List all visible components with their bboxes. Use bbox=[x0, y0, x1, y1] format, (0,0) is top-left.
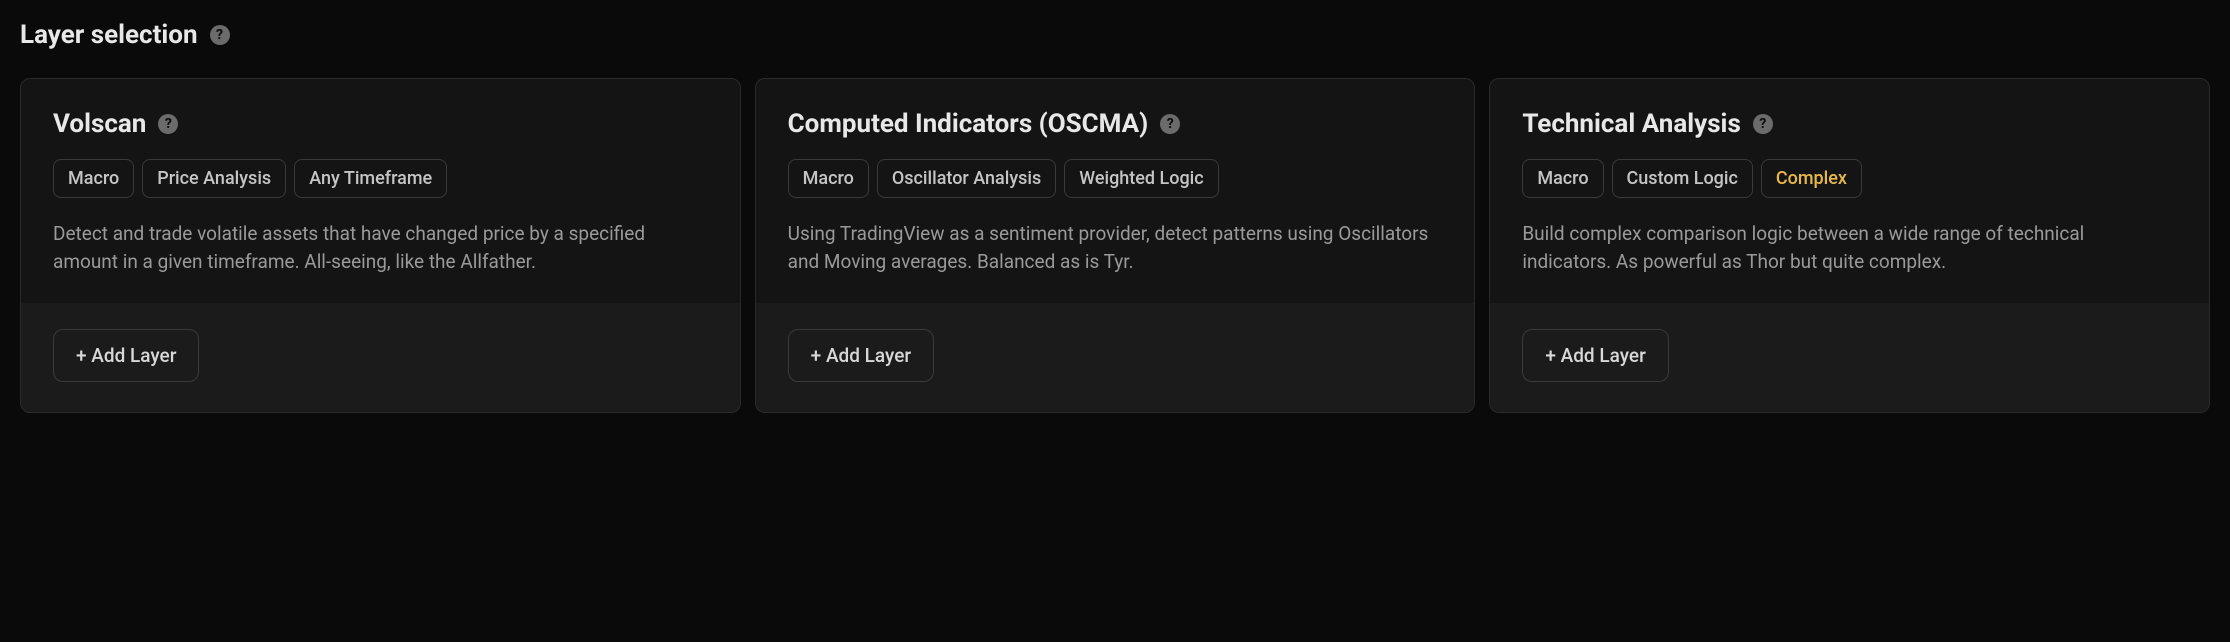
cards-container: Volscan ? Macro Price Analysis Any Timef… bbox=[20, 78, 2210, 413]
tag: Complex bbox=[1761, 159, 1862, 198]
tag-list: Macro Custom Logic Complex bbox=[1522, 159, 2177, 198]
help-icon[interactable]: ? bbox=[1753, 114, 1773, 134]
card-title: Computed Indicators (OSCMA) bbox=[788, 109, 1149, 139]
card-body: Volscan ? Macro Price Analysis Any Timef… bbox=[21, 79, 740, 303]
tag: Macro bbox=[53, 159, 134, 198]
tag-list: Macro Oscillator Analysis Weighted Logic bbox=[788, 159, 1443, 198]
help-icon[interactable]: ? bbox=[158, 114, 178, 134]
help-icon[interactable]: ? bbox=[1160, 114, 1180, 134]
card-title: Technical Analysis bbox=[1522, 109, 1740, 139]
card-footer: + Add Layer bbox=[1490, 303, 2209, 412]
card-description: Using TradingView as a sentiment provide… bbox=[788, 220, 1443, 275]
card-footer: + Add Layer bbox=[756, 303, 1475, 412]
tag: Macro bbox=[788, 159, 869, 198]
card-body: Technical Analysis ? Macro Custom Logic … bbox=[1490, 79, 2209, 303]
card-volscan: Volscan ? Macro Price Analysis Any Timef… bbox=[20, 78, 741, 413]
card-description: Build complex comparison logic between a… bbox=[1522, 220, 2177, 275]
card-footer: + Add Layer bbox=[21, 303, 740, 412]
section-title: Layer selection bbox=[20, 20, 198, 50]
help-icon[interactable]: ? bbox=[210, 25, 230, 45]
tag: Custom Logic bbox=[1612, 159, 1753, 198]
section-header: Layer selection ? bbox=[20, 20, 2210, 50]
add-layer-button[interactable]: + Add Layer bbox=[1522, 329, 1668, 382]
card-header: Volscan ? bbox=[53, 109, 708, 139]
card-title: Volscan bbox=[53, 109, 146, 139]
card-header: Computed Indicators (OSCMA) ? bbox=[788, 109, 1443, 139]
card-body: Computed Indicators (OSCMA) ? Macro Osci… bbox=[756, 79, 1475, 303]
tag: Oscillator Analysis bbox=[877, 159, 1056, 198]
tag: Price Analysis bbox=[142, 159, 286, 198]
tag: Weighted Logic bbox=[1064, 159, 1218, 198]
card-technical-analysis: Technical Analysis ? Macro Custom Logic … bbox=[1489, 78, 2210, 413]
add-layer-button[interactable]: + Add Layer bbox=[788, 329, 934, 382]
card-header: Technical Analysis ? bbox=[1522, 109, 2177, 139]
tag-list: Macro Price Analysis Any Timeframe bbox=[53, 159, 708, 198]
tag: Macro bbox=[1522, 159, 1603, 198]
tag: Any Timeframe bbox=[294, 159, 447, 198]
card-description: Detect and trade volatile assets that ha… bbox=[53, 220, 708, 275]
card-computed-indicators: Computed Indicators (OSCMA) ? Macro Osci… bbox=[755, 78, 1476, 413]
add-layer-button[interactable]: + Add Layer bbox=[53, 329, 199, 382]
